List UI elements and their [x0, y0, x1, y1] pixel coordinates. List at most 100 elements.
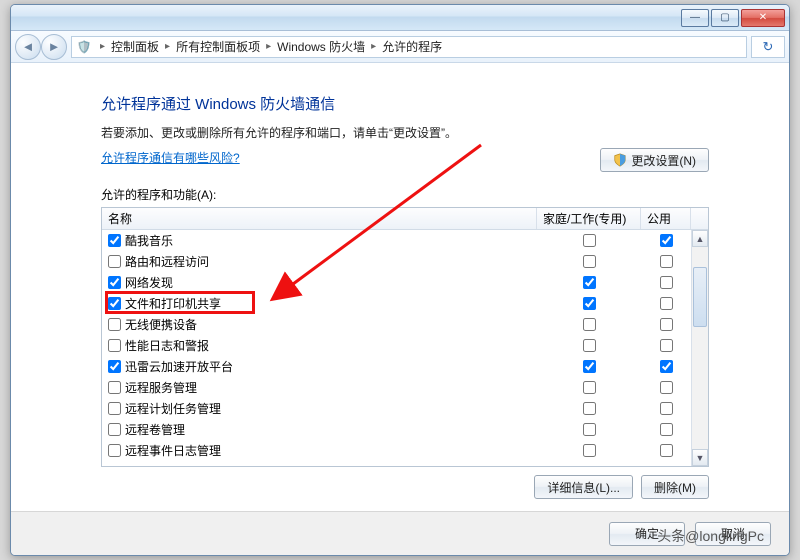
row-enable-checkbox[interactable]: [108, 402, 121, 415]
table-row[interactable]: 性能日志和警报: [102, 335, 708, 356]
row-public-checkbox[interactable]: [660, 360, 673, 373]
ok-button[interactable]: 确定: [609, 522, 685, 546]
row-name-label: 迅雷云加速开放平台: [125, 358, 233, 375]
vertical-scrollbar[interactable]: ▲ ▼: [691, 230, 708, 466]
row-home-checkbox[interactable]: [583, 381, 596, 394]
row-name-label: 远程卷管理: [125, 421, 185, 438]
scroll-down-button[interactable]: ▼: [692, 449, 708, 466]
row-public-checkbox[interactable]: [660, 423, 673, 436]
shield-icon: 🛡️: [76, 39, 92, 55]
details-button[interactable]: 详细信息(L)...: [534, 475, 633, 499]
chevron-right-icon: ▸: [367, 41, 380, 52]
change-settings-label: 更改设置(N): [631, 152, 696, 169]
change-settings-button[interactable]: 更改设置(N): [600, 148, 709, 172]
table-row[interactable]: 远程卷管理: [102, 419, 708, 440]
scroll-track[interactable]: [692, 247, 708, 449]
row-public-checkbox[interactable]: [660, 339, 673, 352]
column-header-home[interactable]: 家庭/工作(专用): [537, 208, 641, 229]
scroll-thumb[interactable]: [693, 267, 707, 327]
chevron-right-icon: ▸: [96, 41, 109, 52]
row-public-checkbox[interactable]: [660, 255, 673, 268]
breadcrumb-item[interactable]: Windows 防火墙: [277, 38, 365, 55]
table-row[interactable]: 路由和远程访问: [102, 251, 708, 272]
column-header-name[interactable]: 名称: [102, 208, 537, 229]
table-row[interactable]: 远程事件日志管理: [102, 440, 708, 461]
row-home-checkbox[interactable]: [583, 402, 596, 415]
table-row[interactable]: 无线便携设备: [102, 314, 708, 335]
page-subtitle: 若要添加、更改或删除所有允许的程序和端口，请单击“更改设置”。: [101, 124, 709, 141]
window-titlebar: — ▢ ✕: [11, 5, 789, 31]
column-header-public[interactable]: 公用: [641, 208, 691, 229]
row-name-label: 无线便携设备: [125, 316, 197, 333]
row-name-label: 远程服务管理: [125, 379, 197, 396]
row-home-checkbox[interactable]: [583, 423, 596, 436]
row-enable-checkbox[interactable]: [108, 423, 121, 436]
list-body: 酷我音乐路由和远程访问网络发现文件和打印机共享无线便携设备性能日志和警报迅雷云加…: [102, 230, 708, 466]
risk-info-link[interactable]: 允许程序通信有哪些风险?: [101, 151, 240, 165]
nav-back-button[interactable]: ◄: [15, 34, 41, 60]
row-home-checkbox[interactable]: [583, 339, 596, 352]
table-row[interactable]: 远程服务管理: [102, 377, 708, 398]
row-name-label: 性能日志和警报: [125, 337, 209, 354]
breadcrumb[interactable]: 🛡️ ▸ 控制面板 ▸ 所有控制面板项 ▸ Windows 防火墙 ▸ 允许的程…: [71, 36, 747, 58]
row-enable-checkbox[interactable]: [108, 339, 121, 352]
table-row[interactable]: 远程计划任务管理: [102, 398, 708, 419]
breadcrumb-item[interactable]: 所有控制面板项: [176, 38, 260, 55]
list-header: 名称 家庭/工作(专用) 公用: [102, 208, 708, 230]
row-enable-checkbox[interactable]: [108, 360, 121, 373]
row-name-label: 酷我音乐: [125, 232, 173, 249]
row-name-label: 路由和远程访问: [125, 253, 209, 270]
row-home-checkbox[interactable]: [583, 297, 596, 310]
row-enable-checkbox[interactable]: [108, 444, 121, 457]
row-enable-checkbox[interactable]: [108, 318, 121, 331]
content-pane: 允许程序通过 Windows 防火墙通信 若要添加、更改或删除所有允许的程序和端…: [11, 63, 789, 511]
table-row[interactable]: 酷我音乐: [102, 230, 708, 251]
row-home-checkbox[interactable]: [583, 444, 596, 457]
close-button[interactable]: ✕: [741, 9, 785, 27]
refresh-icon: ↻: [763, 39, 774, 55]
table-row[interactable]: 网络发现: [102, 272, 708, 293]
row-enable-checkbox[interactable]: [108, 297, 121, 310]
cancel-button[interactable]: 取消: [695, 522, 771, 546]
table-row[interactable]: 文件和打印机共享: [102, 293, 708, 314]
row-enable-checkbox[interactable]: [108, 276, 121, 289]
row-public-checkbox[interactable]: [660, 276, 673, 289]
table-row[interactable]: 迅雷云加速开放平台: [102, 356, 708, 377]
row-enable-checkbox[interactable]: [108, 255, 121, 268]
row-public-checkbox[interactable]: [660, 381, 673, 394]
row-home-checkbox[interactable]: [583, 318, 596, 331]
maximize-button[interactable]: ▢: [711, 9, 739, 27]
row-name-label: 远程事件日志管理: [125, 442, 221, 459]
row-home-checkbox[interactable]: [583, 276, 596, 289]
refresh-button[interactable]: ↻: [751, 36, 785, 58]
row-public-checkbox[interactable]: [660, 402, 673, 415]
page-title: 允许程序通过 Windows 防火墙通信: [101, 93, 709, 114]
dialog-footer: 确定 取消: [11, 511, 789, 555]
breadcrumb-item[interactable]: 控制面板: [111, 38, 159, 55]
delete-button[interactable]: 删除(M): [641, 475, 709, 499]
allowed-list-caption: 允许的程序和功能(A):: [101, 186, 709, 203]
chevron-right-icon: ▸: [262, 41, 275, 52]
row-name-label: 网络发现: [125, 274, 173, 291]
breadcrumb-item[interactable]: 允许的程序: [382, 38, 442, 55]
row-name-label: 文件和打印机共享: [125, 295, 221, 312]
row-enable-checkbox[interactable]: [108, 381, 121, 394]
allowed-programs-list: 名称 家庭/工作(专用) 公用 酷我音乐路由和远程访问网络发现文件和打印机共享无…: [101, 207, 709, 467]
control-panel-window: — ▢ ✕ ◄ ► 🛡️ ▸ 控制面板 ▸ 所有控制面板项 ▸ Windows …: [10, 4, 790, 556]
row-name-label: 远程计划任务管理: [125, 400, 221, 417]
row-public-checkbox[interactable]: [660, 444, 673, 457]
list-action-buttons: 详细信息(L)... 删除(M): [101, 467, 709, 499]
column-header-scroll-spacer: [691, 208, 708, 229]
row-home-checkbox[interactable]: [583, 255, 596, 268]
address-bar: ◄ ► 🛡️ ▸ 控制面板 ▸ 所有控制面板项 ▸ Windows 防火墙 ▸ …: [11, 31, 789, 63]
row-home-checkbox[interactable]: [583, 360, 596, 373]
row-home-checkbox[interactable]: [583, 234, 596, 247]
row-enable-checkbox[interactable]: [108, 234, 121, 247]
minimize-button[interactable]: —: [681, 9, 709, 27]
shield-icon: [613, 153, 627, 167]
row-public-checkbox[interactable]: [660, 234, 673, 247]
scroll-up-button[interactable]: ▲: [692, 230, 708, 247]
row-public-checkbox[interactable]: [660, 297, 673, 310]
nav-forward-button[interactable]: ►: [41, 34, 67, 60]
row-public-checkbox[interactable]: [660, 318, 673, 331]
